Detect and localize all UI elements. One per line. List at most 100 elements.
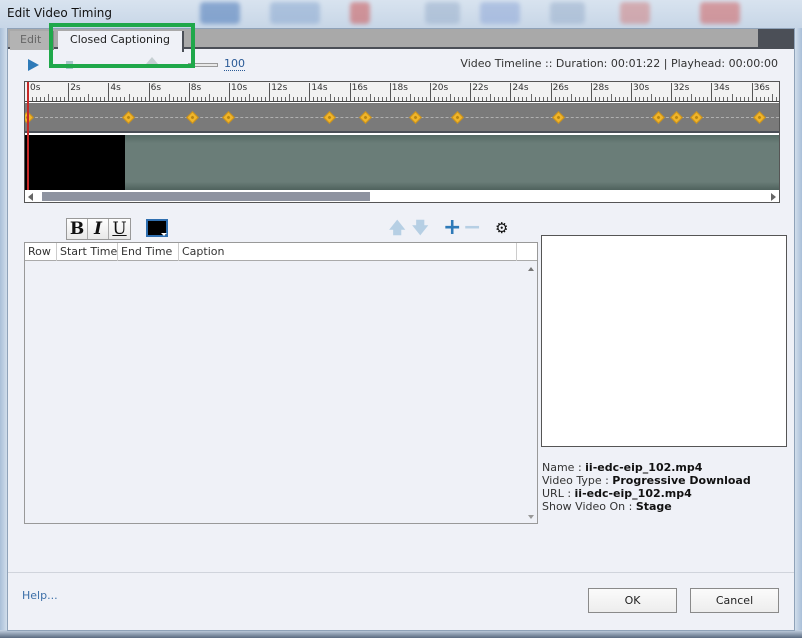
ruler-minor-tick: [586, 97, 588, 101]
cue-point-marker[interactable]: [752, 111, 766, 124]
ruler-minor-tick: [442, 97, 444, 101]
ruler-minor-tick: [667, 97, 669, 101]
timeline-horizontal-scrollbar[interactable]: [25, 190, 779, 202]
cue-point-marker[interactable]: [222, 111, 235, 124]
cue-point-marker[interactable]: [409, 111, 422, 124]
cue-point-marker[interactable]: [451, 111, 464, 124]
video-track[interactable]: [25, 135, 779, 190]
volume-slider-track[interactable]: [188, 63, 218, 67]
column-header-start-time[interactable]: Start Time: [57, 243, 118, 261]
ruler-minor-tick: [421, 97, 423, 101]
ruler-minor-tick: [72, 97, 74, 101]
cue-point-marker[interactable]: [121, 111, 135, 124]
ruler-minor-tick: [462, 97, 464, 101]
ruler-minor-tick: [180, 97, 182, 101]
cue-point-marker[interactable]: [690, 111, 704, 124]
bold-button[interactable]: B: [67, 219, 88, 239]
ruler-minor-tick: [80, 97, 82, 101]
arrow-up-icon[interactable]: 🡅: [389, 219, 405, 237]
ruler-minor-tick: [518, 97, 520, 101]
stop-icon[interactable]: [66, 61, 73, 69]
ruler-minor-tick: [703, 97, 705, 101]
cue-point-marker[interactable]: [185, 111, 199, 124]
scroll-down-icon[interactable]: [528, 515, 534, 519]
property-name: Name : ii-edc-eip_102.mp4: [542, 461, 703, 474]
edit-video-timing-dialog: Edit Closed Captioning 100 Video Timelin…: [7, 23, 795, 631]
cue-point-marker[interactable]: [322, 111, 336, 124]
ruler-minor-tick: [759, 97, 761, 101]
ruler-minor-tick: [719, 97, 721, 101]
property-show-video-on-value: Stage: [635, 500, 672, 513]
ruler-minor-tick: [514, 97, 516, 101]
ruler-minor-tick: [401, 97, 403, 101]
cue-point-marker[interactable]: [670, 111, 684, 124]
ruler-minor-tick: [675, 97, 677, 101]
cue-point-marker[interactable]: [358, 111, 372, 124]
scrollbar-thumb[interactable]: [42, 192, 370, 201]
cancel-button[interactable]: Cancel: [690, 588, 779, 613]
ruler-minor-tick: [534, 97, 536, 101]
column-header-row[interactable]: Row: [25, 243, 57, 261]
tab-closed-captioning[interactable]: Closed Captioning: [58, 31, 184, 52]
ruler-minor-tick: [96, 97, 98, 101]
ruler-minor-tick: [643, 97, 645, 101]
cue-point-marker[interactable]: [652, 111, 665, 124]
ruler-minor-tick: [84, 97, 86, 101]
ruler-minor-tick: [405, 97, 407, 101]
column-header-end-time[interactable]: End Time: [118, 243, 179, 261]
ruler-minor-tick: [120, 97, 122, 101]
background-app-icon: [350, 2, 370, 24]
background-app-icon: [620, 2, 650, 24]
scroll-left-icon[interactable]: [28, 193, 33, 201]
ruler-tick-label: 6s: [148, 83, 161, 102]
arrow-down-icon[interactable]: 🡇: [412, 219, 428, 237]
ruler-minor-tick: [763, 97, 765, 101]
italic-button[interactable]: I: [88, 219, 109, 239]
ruler-minor-tick: [538, 97, 540, 101]
ruler-minor-tick: [124, 97, 126, 101]
playhead[interactable]: [27, 82, 29, 190]
ok-button[interactable]: OK: [588, 588, 677, 613]
volume-slider-thumb[interactable]: [146, 57, 158, 64]
ruler-minor-tick: [212, 97, 214, 101]
plus-icon[interactable]: +: [443, 217, 461, 239]
ruler-minor-tick: [136, 97, 138, 101]
cue-point-marker[interactable]: [551, 111, 565, 124]
ruler-minor-tick: [273, 97, 275, 101]
ruler-minor-tick: [333, 97, 335, 101]
font-color-picker[interactable]: [146, 219, 168, 237]
property-video-type-value: Progressive Download: [612, 474, 751, 487]
ruler-minor-tick: [434, 97, 436, 101]
text-format-toolbar: B I U: [66, 218, 131, 240]
scroll-up-icon[interactable]: [528, 267, 534, 271]
column-header-caption[interactable]: Caption: [179, 243, 517, 261]
ruler-minor-tick: [679, 97, 681, 101]
background-app-icon: [480, 2, 520, 24]
tab-edit[interactable]: Edit: [10, 31, 54, 50]
ruler-minor-tick: [249, 94, 251, 101]
volume-value[interactable]: 100: [224, 58, 245, 71]
timeline-ruler[interactable]: 0s 2s 4s 6s 8s 10s 12s 14s 16s 18s 20s 22s 24s 26s 28s…: [25, 82, 779, 102]
cue-marker-track[interactable]: [25, 103, 779, 133]
ruler-minor-tick: [301, 97, 303, 101]
caption-grid[interactable]: Row Start Time End Time Caption: [24, 242, 538, 524]
ruler-minor-tick: [466, 97, 468, 101]
window-frame-bottom: [0, 630, 802, 638]
ruler-minor-tick: [502, 97, 504, 101]
ruler-minor-tick: [353, 97, 355, 101]
minus-icon[interactable]: −: [463, 217, 481, 239]
underline-button[interactable]: U: [109, 219, 130, 239]
ruler-minor-tick: [530, 94, 532, 101]
video-timeline[interactable]: 0s 2s 4s 6s 8s 10s 12s 14s 16s 18s 20s 22s 24s 26s 28s…: [24, 81, 780, 203]
gear-icon[interactable]: ⚙: [495, 219, 508, 237]
ruler-minor-tick: [92, 97, 94, 101]
background-app-icon: [200, 2, 240, 24]
ruler-minor-tick: [224, 97, 226, 101]
ruler-minor-tick: [651, 94, 653, 101]
ruler-minor-tick: [168, 94, 170, 101]
help-link[interactable]: Help...: [22, 589, 58, 602]
scroll-right-icon[interactable]: [771, 193, 776, 201]
video-thumbnail: [25, 135, 125, 190]
ruler-minor-tick: [152, 97, 154, 101]
play-icon[interactable]: [28, 59, 39, 71]
